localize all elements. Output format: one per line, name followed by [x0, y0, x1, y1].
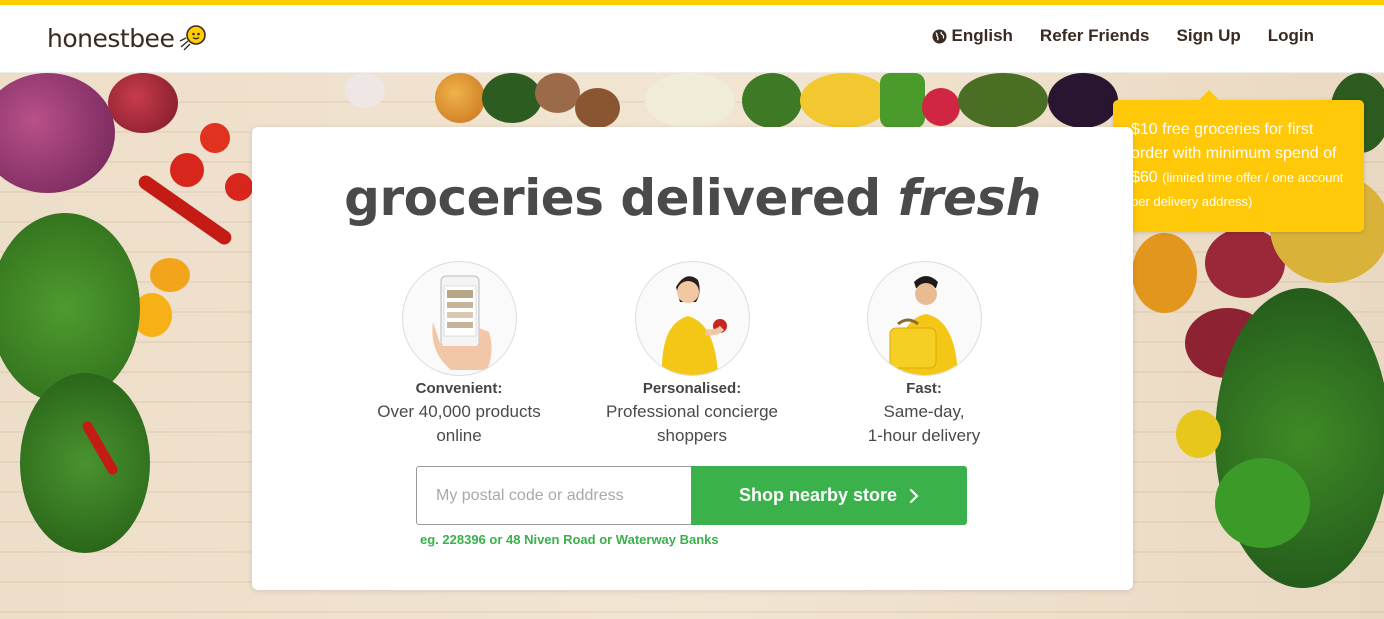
tomato-image	[170, 153, 204, 187]
feature-desc: Professional concierge shoppers	[606, 402, 778, 445]
bee-logo-icon	[180, 25, 207, 51]
tomato-image	[225, 173, 253, 201]
headline-emphasis: fresh	[897, 169, 1042, 227]
globe-icon	[931, 28, 947, 44]
postal-code-input[interactable]	[416, 466, 691, 525]
logo-text: honestbee	[47, 23, 175, 53]
green-pepper-image	[1215, 458, 1310, 548]
feature-title: Personalised:	[642, 380, 742, 397]
red-cabbage-image	[0, 73, 115, 193]
green-beans-image	[880, 73, 925, 128]
promo-tooltip: $10 free groceries for first order with …	[1113, 90, 1364, 232]
shop-button-label: Shop nearby store	[738, 485, 898, 505]
cauliflower-image	[645, 73, 735, 128]
shopper-icon	[661, 276, 727, 375]
phone-in-hand-icon	[431, 275, 492, 370]
login-link[interactable]: Login	[1268, 26, 1314, 46]
yellow-pepper-image	[1176, 410, 1221, 458]
onion-image	[108, 73, 178, 133]
logo[interactable]: honestbee	[47, 23, 208, 53]
squash-image	[958, 73, 1048, 128]
onion-image	[435, 73, 485, 123]
hero-card: groceries delivered fresh Convenient: Ov…	[252, 127, 1133, 590]
refer-friends-link[interactable]: Refer Friends	[1040, 26, 1150, 46]
eggplant-image	[1048, 73, 1118, 128]
headline-main: groceries delivered	[344, 169, 898, 227]
delivery-person-image	[866, 261, 982, 376]
feature-convenient: Convenient: Over 40,000 products online	[359, 261, 559, 448]
chevron-right-icon	[909, 488, 919, 503]
concierge-shopper-image	[634, 261, 750, 376]
feature-desc: Same-day, 1-hour delivery	[867, 402, 981, 445]
language-selector[interactable]: English	[931, 26, 1013, 46]
nav-links: English Refer Friends Sign Up Login	[931, 26, 1314, 46]
feature-personalised: Personalised: Professional concierge sho…	[592, 261, 792, 448]
mushroom-image	[535, 73, 580, 113]
yellow-tomato-image	[150, 258, 190, 292]
top-navbar: honestbee English Refer Friends Sign Up …	[0, 5, 1384, 73]
store-search-form: Shop nearby store	[416, 466, 967, 525]
language-label: English	[951, 26, 1013, 45]
radish-image	[922, 88, 960, 126]
feature-desc: Over 40,000 products online	[377, 402, 541, 445]
feature-title: Fast:	[906, 380, 942, 397]
sign-up-link[interactable]: Sign Up	[1177, 26, 1241, 46]
delivery-person-icon	[889, 276, 958, 375]
search-hint: eg. 228396 or 48 Niven Road or Waterway …	[420, 532, 719, 547]
cucumber-image	[482, 73, 542, 123]
shop-nearby-store-button[interactable]: Shop nearby store	[691, 466, 967, 525]
page-title: groceries delivered fresh	[252, 169, 1133, 227]
tomato-image	[200, 123, 230, 153]
garlic-image	[345, 73, 385, 108]
corn-image	[800, 73, 890, 128]
pumpkin-image	[1132, 233, 1197, 313]
feature-fast: Fast: Same-day, 1-hour delivery	[824, 261, 1024, 448]
potato-image	[575, 88, 620, 128]
phone-app-image	[401, 261, 517, 376]
broccoli-image	[742, 73, 802, 128]
basil-image	[20, 373, 150, 553]
promo-fine-print: (limited time offer / one account per de…	[1131, 170, 1344, 209]
promo-arrow	[1199, 90, 1219, 100]
feature-title: Convenient:	[415, 380, 503, 397]
